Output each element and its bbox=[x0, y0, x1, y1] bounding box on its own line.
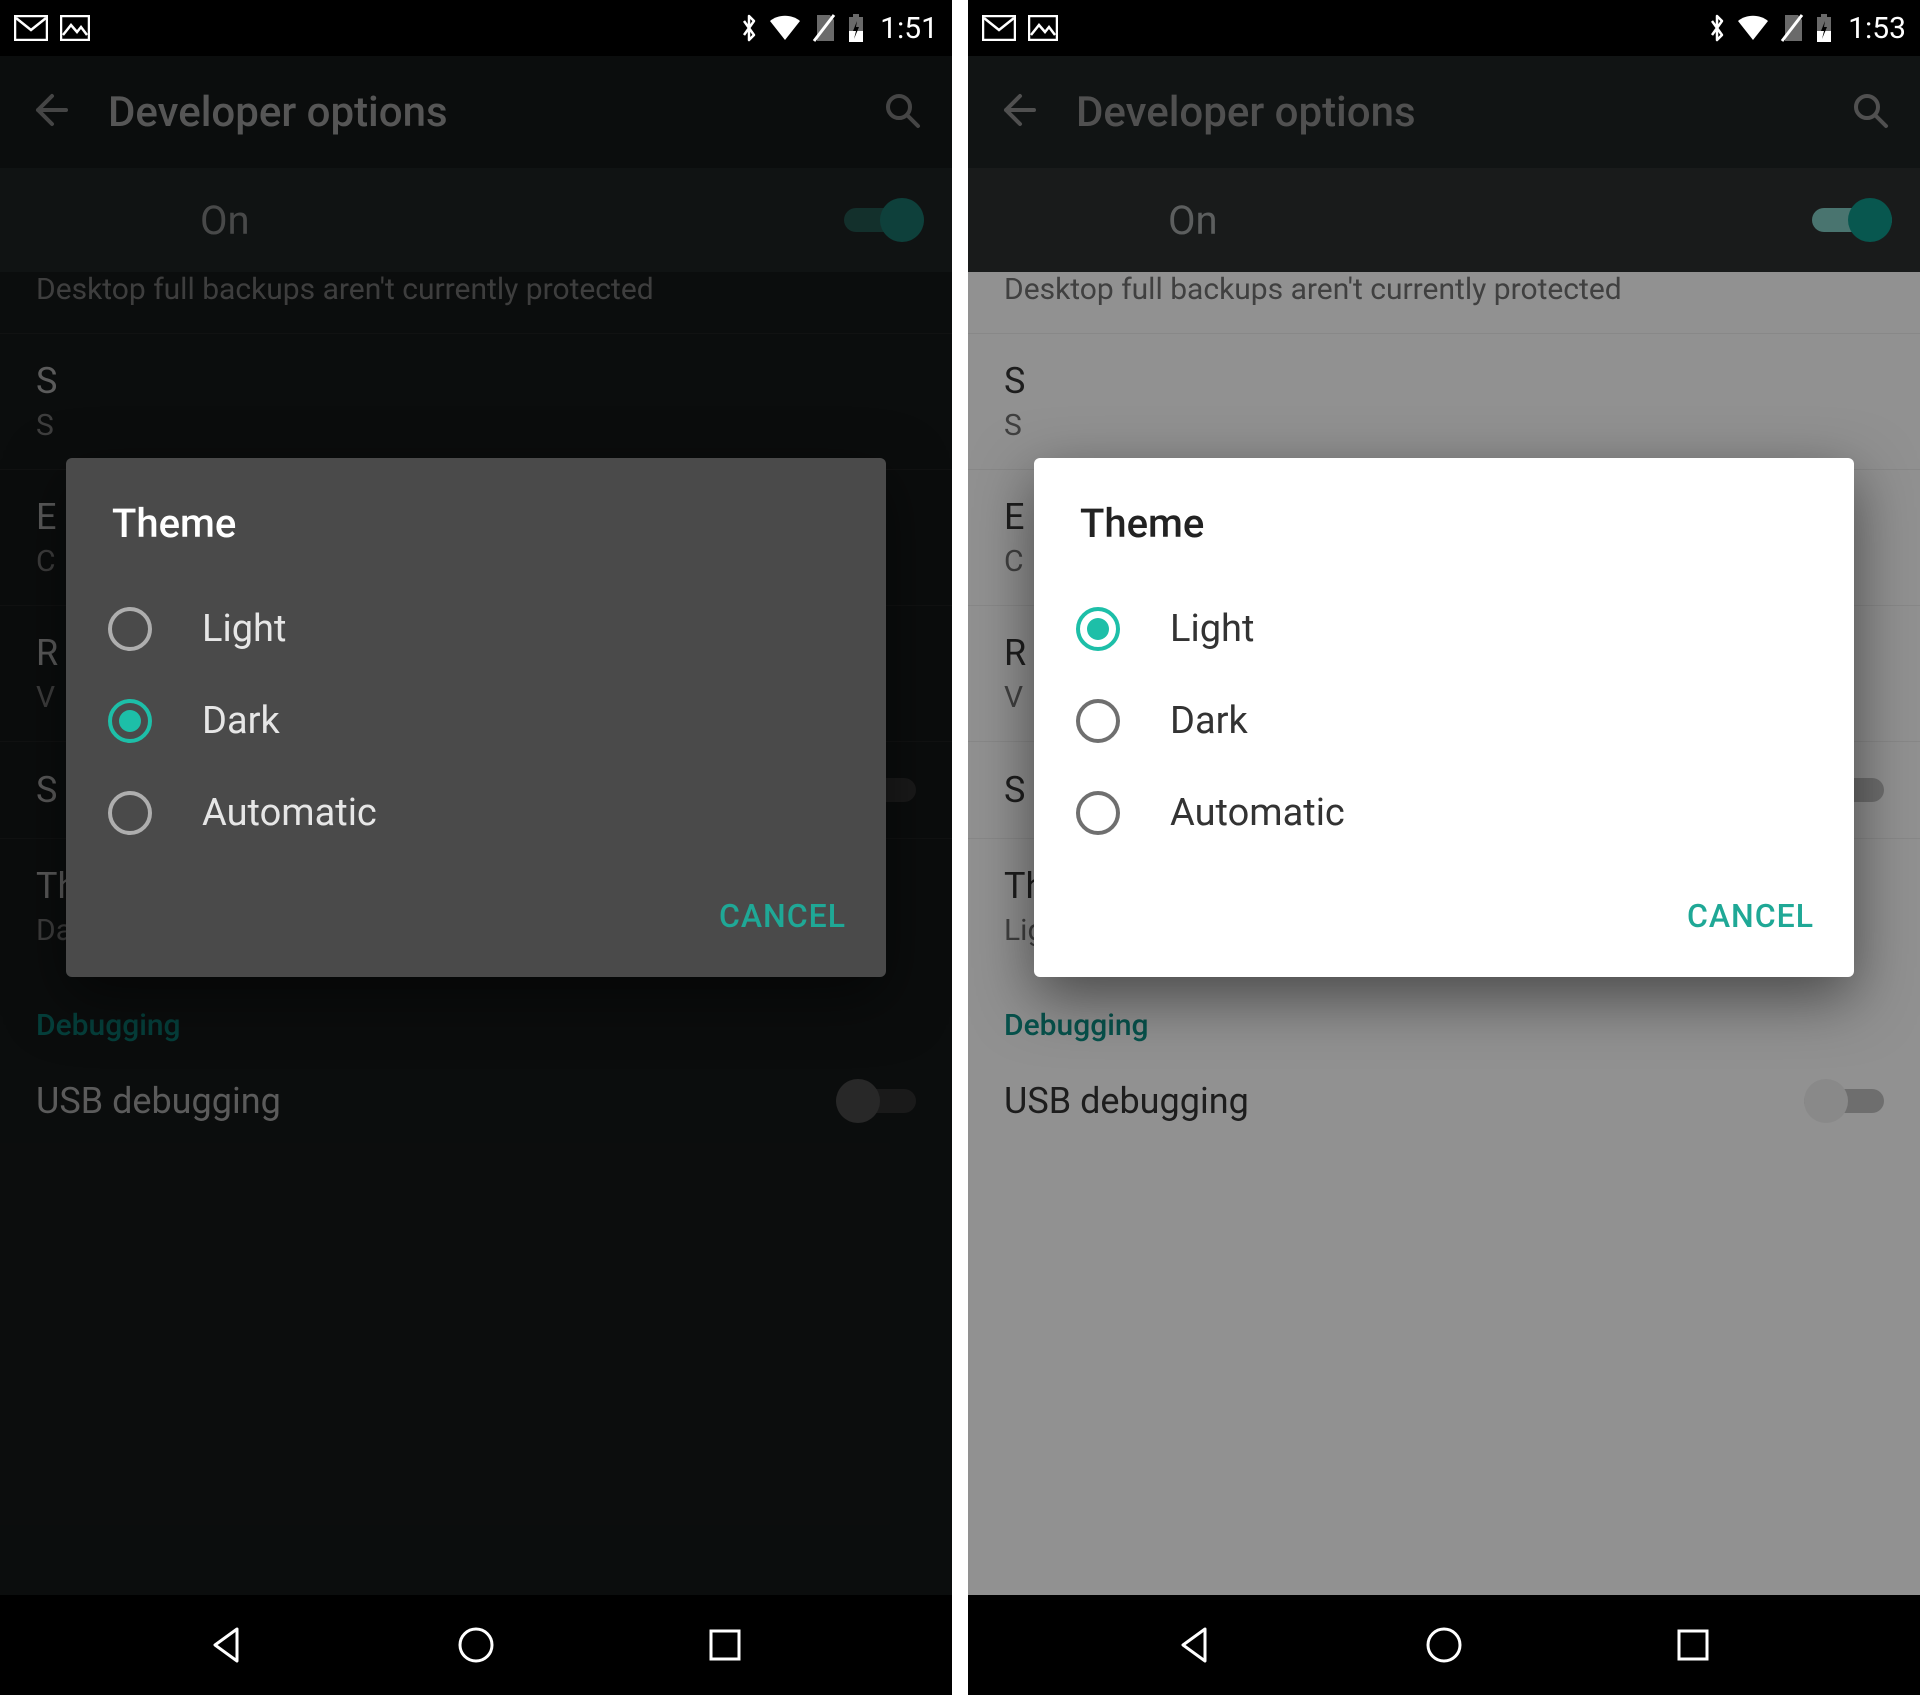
theme-option-light[interactable]: Light bbox=[96, 583, 856, 675]
gmail-icon bbox=[982, 15, 1016, 41]
no-sim-icon bbox=[812, 13, 836, 43]
option-label: Dark bbox=[1170, 699, 1248, 743]
radio-checked-icon bbox=[108, 699, 152, 743]
battery-charging-icon bbox=[846, 13, 866, 43]
dialog-actions: CANCEL bbox=[66, 879, 886, 957]
radio-icon bbox=[1076, 699, 1120, 743]
status-time: 1:51 bbox=[880, 11, 938, 46]
screenshot-left: 1:51 Developer options On Desktop full b… bbox=[0, 0, 960, 1695]
nav-back-icon[interactable] bbox=[1173, 1623, 1217, 1667]
theme-option-light[interactable]: Light bbox=[1064, 583, 1824, 675]
dialog-title: Theme bbox=[1034, 458, 1854, 575]
dialog-options: Light Dark Automatic bbox=[1034, 575, 1854, 879]
status-time: 1:53 bbox=[1848, 11, 1906, 46]
radio-icon bbox=[1076, 791, 1120, 835]
theme-option-automatic[interactable]: Automatic bbox=[1064, 767, 1824, 859]
option-label: Light bbox=[1170, 607, 1254, 651]
nav-recent-icon[interactable] bbox=[1671, 1623, 1715, 1667]
theme-option-automatic[interactable]: Automatic bbox=[96, 767, 856, 859]
dialog-actions: CANCEL bbox=[1034, 879, 1854, 957]
picture-icon bbox=[60, 15, 90, 41]
radio-icon bbox=[108, 607, 152, 651]
option-label: Dark bbox=[202, 699, 280, 743]
option-label: Automatic bbox=[1170, 791, 1345, 835]
nav-recent-icon[interactable] bbox=[703, 1623, 747, 1667]
status-bar: 1:51 bbox=[0, 0, 952, 56]
radio-icon bbox=[108, 791, 152, 835]
theme-dialog: Theme Light Dark Automatic CANCEL bbox=[66, 458, 886, 977]
bluetooth-icon bbox=[740, 13, 758, 43]
gmail-icon bbox=[14, 15, 48, 41]
nav-back-icon[interactable] bbox=[205, 1623, 249, 1667]
dialog-options: Light Dark Automatic bbox=[66, 575, 886, 879]
nav-home-icon[interactable] bbox=[454, 1623, 498, 1667]
no-sim-icon bbox=[1780, 13, 1804, 43]
theme-option-dark[interactable]: Dark bbox=[1064, 675, 1824, 767]
status-bar: 1:53 bbox=[968, 0, 1920, 56]
cancel-button[interactable]: CANCEL bbox=[719, 897, 846, 935]
option-label: Automatic bbox=[202, 791, 377, 835]
wifi-icon bbox=[768, 15, 802, 41]
radio-checked-icon bbox=[1076, 607, 1120, 651]
theme-option-dark[interactable]: Dark bbox=[96, 675, 856, 767]
nav-home-icon[interactable] bbox=[1422, 1623, 1466, 1667]
bluetooth-icon bbox=[1708, 13, 1726, 43]
navigation-bar bbox=[968, 1595, 1920, 1695]
picture-icon bbox=[1028, 15, 1058, 41]
dialog-title: Theme bbox=[66, 458, 886, 575]
wifi-icon bbox=[1736, 15, 1770, 41]
theme-dialog: Theme Light Dark Automatic CANCEL bbox=[1034, 458, 1854, 977]
option-label: Light bbox=[202, 607, 286, 651]
screenshot-right: 1:53 Developer options On Desktop full b… bbox=[960, 0, 1920, 1695]
battery-charging-icon bbox=[1814, 13, 1834, 43]
cancel-button[interactable]: CANCEL bbox=[1687, 897, 1814, 935]
navigation-bar bbox=[0, 1595, 952, 1695]
